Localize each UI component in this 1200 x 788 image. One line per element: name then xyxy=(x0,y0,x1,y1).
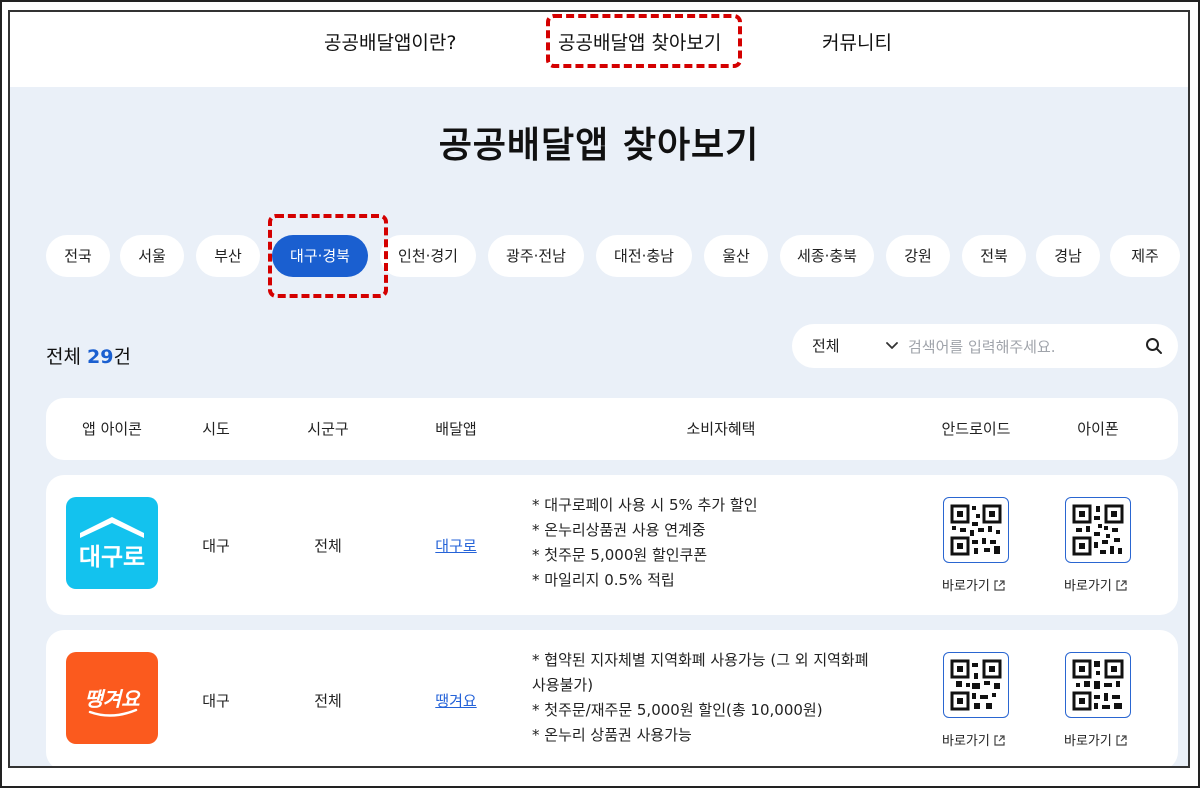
region-pill-gangwon[interactable]: 강원 xyxy=(886,235,950,277)
iphone-shortcut-link[interactable]: 바로가기 xyxy=(1064,730,1127,749)
region-pill-gwangju-jeonnam[interactable]: 광주·전남 xyxy=(488,235,584,277)
daeguro-app-icon[interactable]: 대구로 xyxy=(66,497,158,589)
cell-sigungu: 전체 xyxy=(314,692,342,710)
ddaenggyeoyo-logo-text: 땡겨요 xyxy=(84,687,141,711)
external-link-icon xyxy=(994,580,1005,591)
header-iphone: 아이폰 xyxy=(1077,420,1119,438)
table-header: 앱 아이콘 시도 시군구 배달앱 소비자혜택 안드로이드 아이폰 xyxy=(46,398,1178,460)
search-input[interactable] xyxy=(906,332,1130,362)
iphone-qr-code[interactable] xyxy=(1065,497,1131,563)
benefit-item: 사용불가) xyxy=(532,676,594,694)
header-sido: 시도 xyxy=(202,420,230,438)
header-benefits: 소비자혜택 xyxy=(686,420,756,438)
region-pill-gyeongnam[interactable]: 경남 xyxy=(1036,235,1100,277)
header-app: 배달앱 xyxy=(435,420,477,438)
android-qr-code[interactable] xyxy=(943,652,1009,718)
android-shortcut-link[interactable]: 바로가기 xyxy=(942,730,1005,749)
region-pill-seoul[interactable]: 서울 xyxy=(120,235,184,277)
android-shortcut-link[interactable]: 바로가기 xyxy=(942,575,1005,594)
app-link-daeguro[interactable]: 대구로 xyxy=(422,535,490,556)
search-icon[interactable] xyxy=(1144,336,1164,356)
ddaenggyeoyo-app-icon[interactable]: 땡겨요 xyxy=(66,652,158,744)
header-sigungu: 시군구 xyxy=(307,420,349,438)
result-count-suffix: 건 xyxy=(113,346,131,368)
benefit-item: * 첫주문/재주문 5,000원 할인(총 10,000원) xyxy=(532,701,823,719)
android-shortcut-label: 바로가기 xyxy=(942,734,990,749)
nav-community[interactable]: 커뮤니티 xyxy=(822,28,892,55)
table-row: 땡겨요 대구 전체 땡겨요 * 협약된 지자체별 지역화폐 사용가능 (그 외 … xyxy=(46,630,1178,766)
table-row: 대구로 대구 전체 대구로 * 대구로페이 사용 시 5% 추가 할인 * 온누… xyxy=(46,475,1178,615)
cell-sido: 대구 xyxy=(202,537,230,555)
category-select[interactable]: 전체 xyxy=(812,324,840,368)
region-pill-sejong-chungbuk[interactable]: 세종·충북 xyxy=(780,235,874,277)
benefit-item: * 온누리상품권 사용 연계중 xyxy=(532,521,706,539)
benefit-item: * 온누리 상품권 사용가능 xyxy=(532,726,692,744)
benefit-item: * 마일리지 0.5% 적립 xyxy=(532,571,675,589)
benefit-item: * 협약된 지자체별 지역화폐 사용가능 (그 외 지역화폐 xyxy=(532,651,869,669)
region-pill-nationwide[interactable]: 전국 xyxy=(46,235,110,277)
header-app-icon: 앱 아이콘 xyxy=(82,420,142,438)
iphone-shortcut-link[interactable]: 바로가기 xyxy=(1064,575,1127,594)
external-link-icon xyxy=(994,735,1005,746)
region-pill-ulsan[interactable]: 울산 xyxy=(704,235,768,277)
iphone-qr-code[interactable] xyxy=(1065,652,1131,718)
result-count-prefix: 전체 xyxy=(46,346,87,368)
result-count: 전체 29건 xyxy=(46,342,131,369)
android-shortcut-label: 바로가기 xyxy=(942,579,990,594)
region-pill-jeju[interactable]: 제주 xyxy=(1110,235,1180,277)
page-title: 공공배달앱 찾아보기 xyxy=(438,125,760,166)
region-pill-daegu-gyeongbuk[interactable]: 대구·경북 xyxy=(272,235,368,277)
daeguro-logo-text: 대구로 xyxy=(79,543,145,571)
region-pill-busan[interactable]: 부산 xyxy=(196,235,260,277)
chevron-down-icon[interactable] xyxy=(884,337,900,353)
external-link-icon xyxy=(1116,735,1127,746)
iphone-shortcut-label: 바로가기 xyxy=(1064,734,1112,749)
android-qr-code[interactable] xyxy=(943,497,1009,563)
cell-sigungu: 전체 xyxy=(314,537,342,555)
app-link-ddaenggyeoyo[interactable]: 땡겨요 xyxy=(422,690,490,711)
nav-find-apps[interactable]: 공공배달앱 찾아보기 xyxy=(558,28,721,55)
result-count-number: 29 xyxy=(87,346,114,368)
iphone-shortcut-label: 바로가기 xyxy=(1064,579,1112,594)
region-pill-daejeon-chungnam[interactable]: 대전·충남 xyxy=(596,235,692,277)
region-pill-incheon-gyeonggi[interactable]: 인천·경기 xyxy=(380,235,476,277)
external-link-icon xyxy=(1116,580,1127,591)
benefit-item: * 대구로페이 사용 시 5% 추가 할인 xyxy=(532,496,758,514)
header-android: 안드로이드 xyxy=(941,420,1011,438)
top-navigation: 공공배달앱이란? 공공배달앱 찾아보기 커뮤니티 xyxy=(10,12,1188,87)
benefit-item: * 첫주문 5,000원 할인쿠폰 xyxy=(532,546,708,564)
benefits-list: * 협약된 지자체별 지역화폐 사용가능 (그 외 지역화폐 사용불가) * 첫… xyxy=(532,648,902,748)
page-frame: 공공배달앱이란? 공공배달앱 찾아보기 커뮤니티 공공배달앱 찾아보기 전국 서… xyxy=(8,10,1190,768)
search-bar: 전체 xyxy=(792,324,1178,368)
nav-about[interactable]: 공공배달앱이란? xyxy=(324,28,456,55)
benefits-list: * 대구로페이 사용 시 5% 추가 할인 * 온누리상품권 사용 연계중 * … xyxy=(532,493,902,593)
region-pill-jeonbuk[interactable]: 전북 xyxy=(962,235,1026,277)
cell-sido: 대구 xyxy=(202,692,230,710)
